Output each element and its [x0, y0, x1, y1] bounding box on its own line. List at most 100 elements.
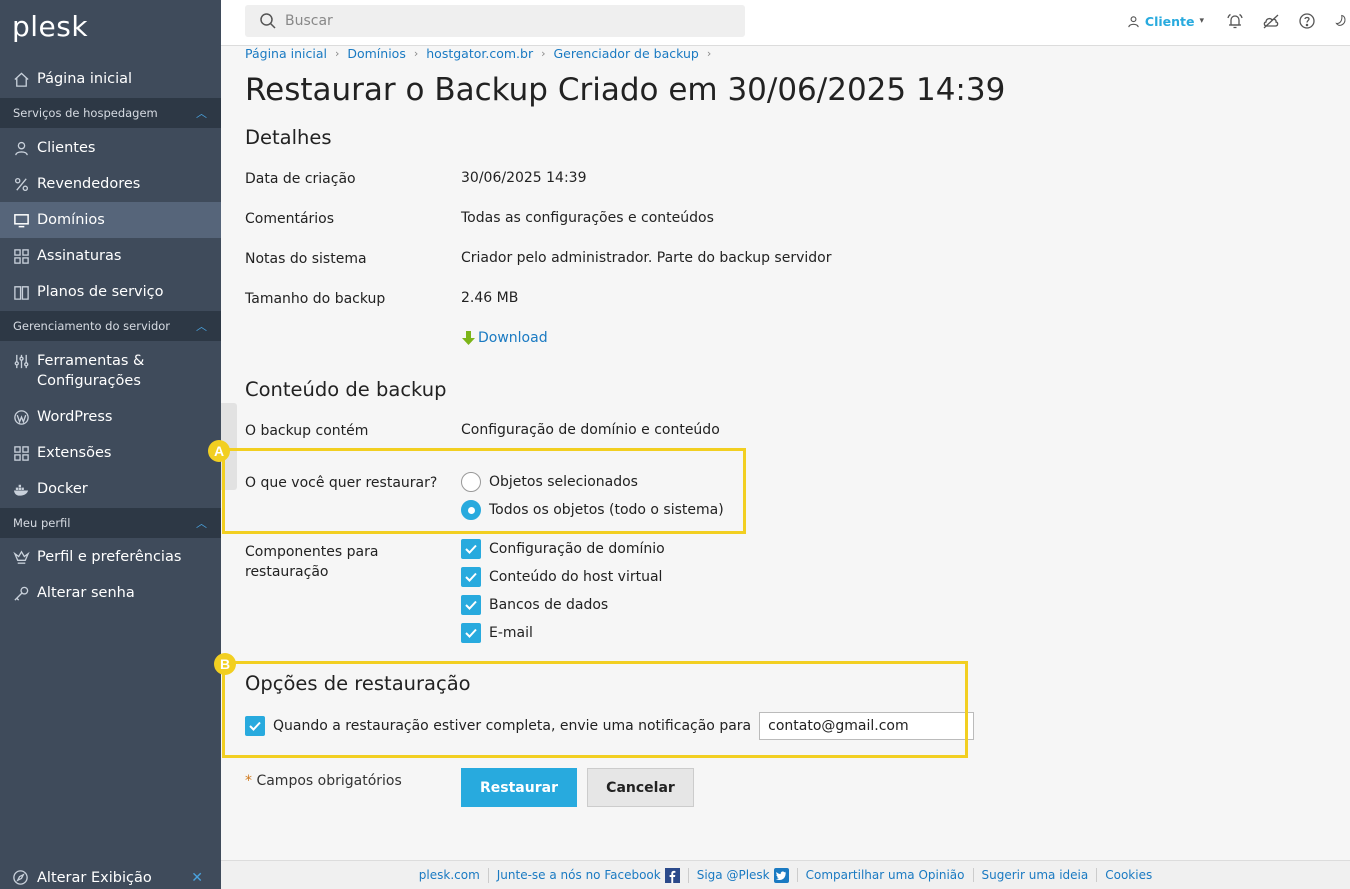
facebook-icon [664, 867, 680, 883]
sidebar-item-dominios[interactable]: Domínios [0, 202, 221, 238]
top-bar: Cliente ▾ [221, 0, 1350, 46]
grid-icon [12, 247, 30, 265]
moon-icon[interactable] [1334, 12, 1348, 30]
breadcrumb-domains[interactable]: Domínios [347, 46, 405, 61]
checkbox[interactable] [461, 539, 481, 559]
sidebar-item-label: Domínios [37, 212, 105, 228]
search-input[interactable] [285, 13, 705, 29]
sidebar-item-label: WordPress [37, 409, 113, 425]
user-icon [12, 139, 30, 157]
components-label: Componentes para restauração [245, 544, 379, 580]
percent-icon [12, 175, 30, 193]
footer-link-plesk[interactable]: plesk.com [411, 868, 488, 882]
notifications-icon[interactable] [1226, 12, 1244, 30]
sidebar-item-home[interactable]: Página inicial [0, 61, 221, 97]
search-box[interactable] [245, 5, 745, 37]
sidebar-item-wordpress[interactable]: WordPress [0, 399, 221, 435]
sidebar-item-clientes[interactable]: Clientes [0, 130, 221, 166]
footer-link-feedback[interactable]: Compartilhar uma Opinião [796, 868, 973, 882]
sidebar-item-label: Assinaturas [37, 248, 122, 264]
check-icon [465, 600, 477, 610]
chevron-right-icon: › [413, 47, 419, 60]
annotation-badge-a: A [208, 440, 230, 462]
download-link[interactable]: Download [461, 330, 548, 346]
cancel-button[interactable]: Cancelar [587, 768, 694, 807]
cloud-icon[interactable] [1262, 12, 1280, 30]
footer-link-facebook[interactable]: Junte-se a nós no Facebook [487, 867, 688, 883]
sidebar-item-docker[interactable]: Docker [0, 471, 221, 507]
monitor-icon [12, 211, 30, 229]
check-icon [465, 544, 477, 554]
checkbox[interactable] [461, 567, 481, 587]
sidebar-item-assinaturas[interactable]: Assinaturas [0, 238, 221, 274]
sliders-icon [12, 352, 30, 370]
sidebar-item-extensoes[interactable]: Extensões [0, 435, 221, 471]
restore-button[interactable]: Restaurar [461, 768, 577, 807]
wordpress-icon [12, 408, 30, 426]
sidebar-item-perfil[interactable]: Perfil e preferências [0, 539, 221, 575]
checkbox[interactable] [461, 595, 481, 615]
footer-link-twitter[interactable]: Siga @Plesk [687, 867, 797, 883]
sidebar-section-hosting[interactable]: Serviços de hospedagem ︿ [0, 98, 221, 128]
sidebar-item-label: Página inicial [37, 71, 133, 87]
page-title: Restaurar o Backup Criado em 30/06/2025 … [245, 72, 1006, 108]
check-icon [465, 628, 477, 638]
sidebar-item-label: Revendedores [37, 176, 141, 192]
chevron-down-icon: ▾ [1199, 16, 1204, 26]
search-icon [260, 13, 276, 29]
sidebar-item-planos[interactable]: Planos de serviço [0, 274, 221, 310]
sidebar-item-revendedores[interactable]: Revendedores [0, 166, 221, 202]
extensions-icon [12, 444, 30, 462]
breadcrumb-domain[interactable]: hostgator.com.br [426, 46, 533, 61]
chevron-right-icon: › [541, 47, 546, 60]
key-icon [12, 584, 30, 602]
sidebar: plesk Página inicial Serviços de hospeda… [0, 0, 221, 889]
detail-label: Data de criação [245, 171, 356, 187]
detail-value: Todas as configurações e conteúdos [461, 210, 714, 226]
top-right-controls: Cliente ▾ [1127, 0, 1350, 42]
help-icon[interactable] [1298, 12, 1316, 30]
sidebar-section-server[interactable]: Gerenciamento do servidor ︿ [0, 311, 221, 341]
sidebar-item-ferramentas[interactable]: Ferramentas & Configurações [0, 347, 221, 393]
breadcrumb-backup-manager[interactable]: Gerenciador de backup [554, 46, 699, 61]
section-title: Meu perfil [13, 516, 71, 530]
sidebar-item-label: Alterar senha [37, 585, 135, 601]
sidebar-item-label: Extensões [37, 445, 112, 461]
user-icon [1128, 15, 1139, 27]
annotation-badge-b: B [214, 653, 236, 675]
chevron-right-icon: › [706, 47, 712, 60]
sidebar-item-label: Clientes [37, 140, 96, 156]
sidebar-change-view[interactable]: Alterar Exibição ✕ [0, 866, 221, 889]
breadcrumb-home[interactable]: Página inicial [245, 46, 327, 61]
check-icon [465, 572, 477, 582]
footer-link-cookies[interactable]: Cookies [1096, 868, 1160, 882]
annotation-box-a [222, 448, 746, 534]
docker-icon [12, 480, 30, 498]
plesk-logo[interactable]: plesk [12, 10, 88, 43]
checkbox-databases[interactable]: Bancos de dados [461, 595, 608, 615]
chevron-up-icon: ︿ [196, 517, 207, 530]
sidebar-item-senha[interactable]: Alterar senha [0, 575, 221, 611]
checkbox[interactable] [461, 623, 481, 643]
sidebar-section-profile[interactable]: Meu perfil ︿ [0, 508, 221, 538]
required-fields-note: * Campos obrigatórios [245, 773, 402, 789]
sidebar-item-label: Alterar Exibição [37, 870, 152, 886]
chevron-right-icon: › [334, 47, 340, 60]
section-title: Serviços de hospedagem [13, 106, 158, 120]
user-name: Cliente [1144, 13, 1195, 29]
detail-label: Comentários [245, 211, 335, 227]
detail-label: Notas do sistema [245, 251, 367, 267]
sidebar-item-label: Docker [37, 481, 88, 497]
checkbox-email[interactable]: E-mail [461, 623, 533, 643]
compass-icon [12, 869, 30, 887]
close-icon[interactable]: ✕ [191, 870, 203, 886]
annotation-box-b [222, 661, 968, 758]
details-title: Detalhes [245, 126, 332, 149]
checkbox-domain-config[interactable]: Configuração de domínio [461, 539, 665, 559]
user-menu[interactable]: Cliente ▾ [1127, 14, 1204, 29]
footer: plesk.com Junte-se a nós no Facebook Sig… [221, 860, 1350, 889]
detail-value: 30/06/2025 14:39 [461, 170, 587, 186]
footer-link-suggest[interactable]: Sugerir uma ideia [972, 868, 1097, 882]
checkbox-vhost-content[interactable]: Conteúdo do host virtual [461, 567, 662, 587]
section-title: Gerenciamento do servidor [13, 319, 171, 333]
